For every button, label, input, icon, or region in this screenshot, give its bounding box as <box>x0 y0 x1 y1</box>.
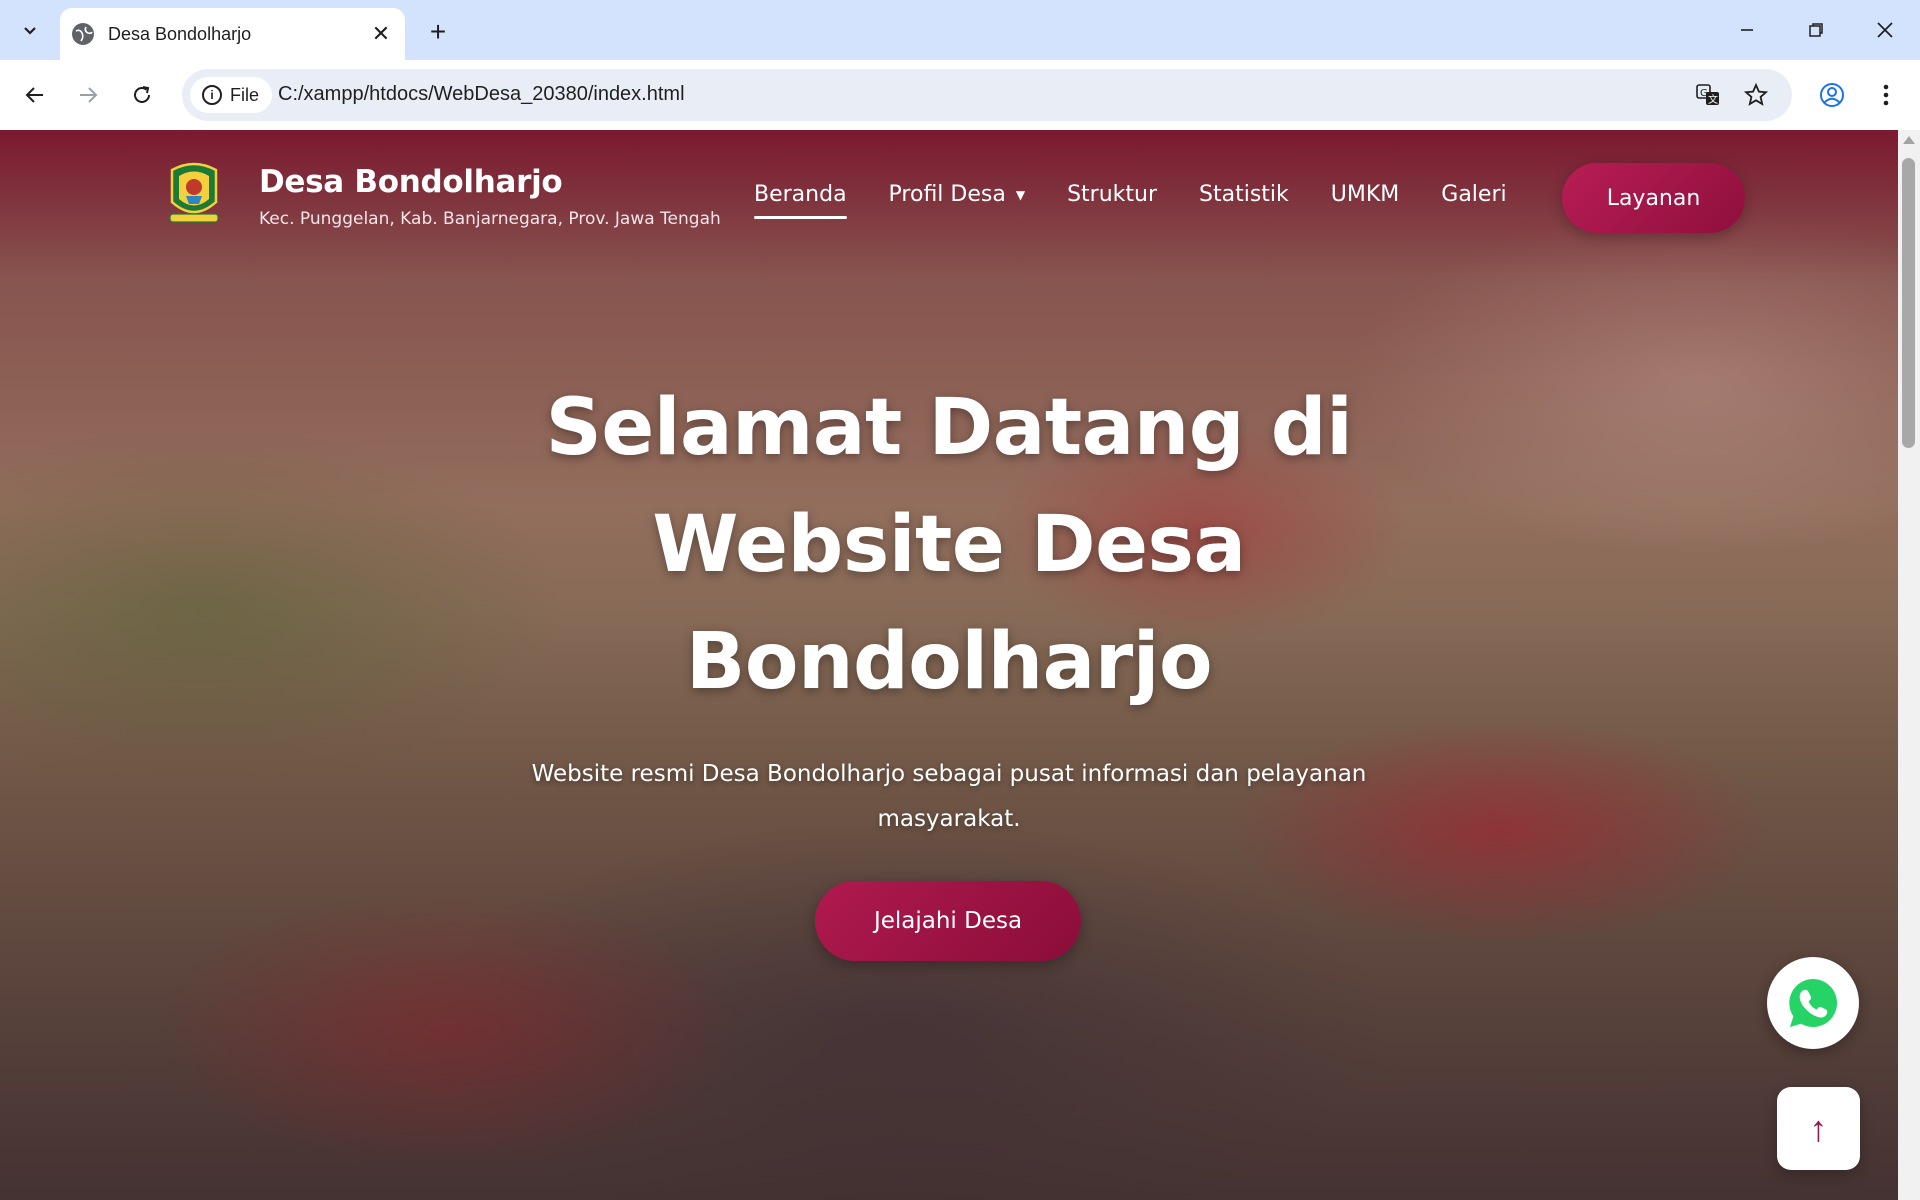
globe-icon <box>72 23 94 45</box>
hero-subtitle: Website resmi Desa Bondolharjo sebagai p… <box>479 752 1419 842</box>
reload-icon[interactable] <box>122 75 162 115</box>
browser-tabstrip: Desa Bondolharjo ✕ + <box>0 0 1920 60</box>
site-info-chip[interactable]: i File <box>190 77 272 113</box>
forward-icon[interactable] <box>68 75 108 115</box>
svg-text:文: 文 <box>1708 93 1718 106</box>
browser-tab[interactable]: Desa Bondolharjo ✕ <box>60 8 405 60</box>
back-icon[interactable] <box>15 75 55 115</box>
nav-struktur[interactable]: Struktur <box>1067 182 1157 207</box>
hero-title-line-3: Bondolharjo <box>685 617 1213 707</box>
plus-icon[interactable]: + <box>420 14 456 50</box>
main-nav: Beranda Profil Desa ▼ Struktur Statistik… <box>754 182 1549 219</box>
scroll-thumb[interactable] <box>1902 158 1915 448</box>
hero-subtitle-line-2: masyarakat. <box>877 806 1021 832</box>
minimize-icon[interactable] <box>1717 8 1777 52</box>
restore-icon[interactable] <box>1786 8 1846 52</box>
whatsapp-icon <box>1789 979 1837 1027</box>
nav-beranda[interactable]: Beranda <box>754 182 847 219</box>
hero-subtitle-line-1: Website resmi Desa Bondolharjo sebagai p… <box>531 761 1367 787</box>
hero-title: Selamat Datang di Website Desa Bondolhar… <box>449 370 1449 721</box>
browser-toolbar: i File C:/xampp/htdocs/WebDesa_20380/ind… <box>0 60 1920 130</box>
hero-title-line-1: Selamat Datang di <box>545 383 1353 473</box>
jelajahi-desa-button[interactable]: Jelajahi Desa <box>815 881 1081 961</box>
address-bar[interactable]: i File C:/xampp/htdocs/WebDesa_20380/ind… <box>182 69 1792 121</box>
back-to-top-button[interactable]: ↑ <box>1777 1087 1860 1170</box>
arrow-up-icon: ↑ <box>1809 1107 1828 1149</box>
tab-title: Desa Bondolharjo <box>108 23 252 44</box>
whatsapp-button[interactable] <box>1767 957 1859 1049</box>
url-text[interactable]: C:/xampp/htdocs/WebDesa_20380/index.html <box>278 83 685 106</box>
site-header: Desa Bondolharjo Kec. Punggelan, Kab. Ba… <box>0 130 1898 240</box>
info-icon: i <box>202 85 222 105</box>
page-viewport: Desa Bondolharjo Kec. Punggelan, Kab. Ba… <box>0 130 1898 1200</box>
translate-icon[interactable]: G文 <box>1692 79 1724 111</box>
page-scrollbar[interactable] <box>1898 130 1920 1200</box>
caret-down-icon: ▼ <box>1015 187 1026 202</box>
tab-list-icon[interactable] <box>10 12 50 48</box>
nav-statistik[interactable]: Statistik <box>1199 182 1289 207</box>
nav-galeri[interactable]: Galeri <box>1441 182 1506 207</box>
nav-umkm[interactable]: UMKM <box>1331 182 1400 207</box>
site-chip-label: File <box>230 84 260 105</box>
village-emblem-logo[interactable] <box>166 156 222 228</box>
window-close-icon[interactable] <box>1855 8 1915 52</box>
hero-title-line-2: Website Desa <box>652 500 1246 590</box>
nav-profil-desa-label: Profil Desa <box>888 182 1006 207</box>
more-icon[interactable] <box>1866 75 1906 115</box>
layanan-button[interactable]: Layanan <box>1562 163 1745 233</box>
close-icon[interactable]: ✕ <box>367 20 395 48</box>
nav-profil-desa[interactable]: Profil Desa ▼ <box>889 182 1026 207</box>
brand-name[interactable]: Desa Bondolharjo <box>259 164 563 200</box>
brand-subtitle: Kec. Punggelan, Kab. Banjarnegara, Prov.… <box>259 209 721 229</box>
profile-icon[interactable] <box>1812 75 1852 115</box>
scroll-up-icon[interactable] <box>1903 136 1915 144</box>
star-icon[interactable] <box>1740 79 1772 111</box>
